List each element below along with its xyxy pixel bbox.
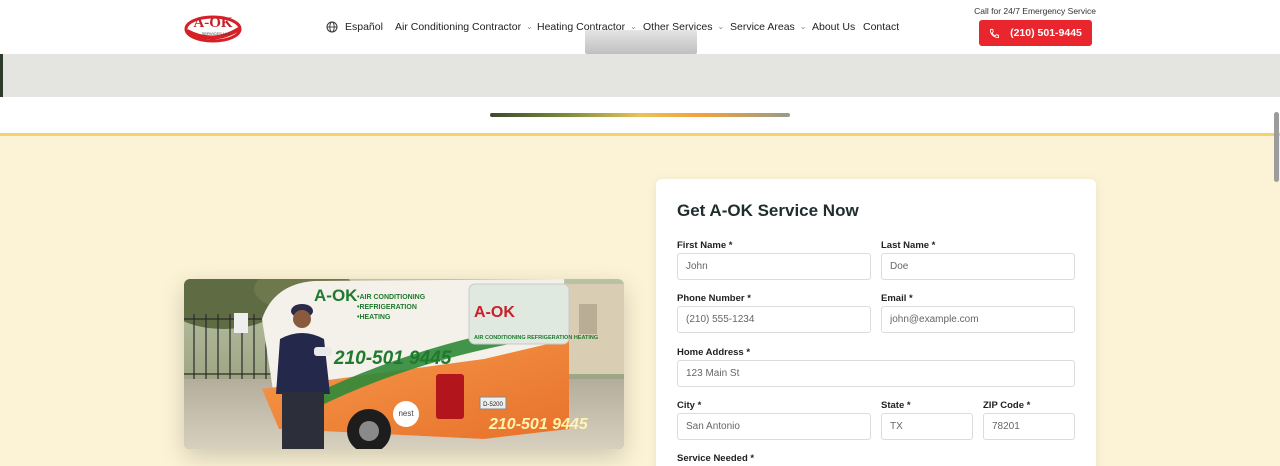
form-title: Get A-OK Service Now [677,201,859,220]
service-needed-label: Service Needed * [677,453,755,464]
nav-about-us[interactable]: About Us [812,19,855,35]
hero-button-shadow [585,30,697,54]
phone-input[interactable] [677,306,871,333]
van-brand-right: A-OK [474,304,515,321]
gold-section-line [0,133,1280,136]
nav-contact-label: Contact [863,21,900,33]
nav-air-conditioning[interactable]: Air Conditioning Contractor ⌄ [395,19,533,35]
zip-label: ZIP Code * [983,400,1031,411]
nav-about-us-label: About Us [812,21,856,33]
address-label: Home Address * [677,347,751,358]
van-service-1: •AIR CONDITIONING [357,294,426,301]
logo-subtext: SERVICES LLC [202,31,231,36]
email-input[interactable] [881,306,1075,333]
van-plate: D-5200 [483,402,503,408]
technician-van-photo: A-OK •AIR CONDITIONING •REFRIGERATION •H… [184,279,624,449]
van-phone-rear: 210-501 9445 [488,416,589,433]
phone-icon [990,28,1000,38]
van-service-3: •HEATING [357,314,391,321]
nav-service-areas[interactable]: Service Areas ⌄ [730,19,806,35]
city-input[interactable] [677,413,871,440]
emergency-call-note: Call for 24/7 Emergency Service [974,6,1096,16]
band-edge [0,54,3,97]
zip-input[interactable] [983,413,1075,440]
state-label: State * [881,400,911,411]
hero-bottom-band [0,54,1280,97]
first-name-input[interactable] [677,253,871,280]
van-brand-left: A-OK [314,286,358,305]
logo-wordmark: A-OK [193,15,232,31]
phone-label: Phone Number * [677,293,751,304]
van-service-2: •REFRIGERATION [357,304,417,311]
globe-icon [326,21,338,33]
nav-language[interactable]: Español [326,19,383,35]
gradient-divider [490,113,790,117]
first-name-label: First Name * [677,240,733,251]
page-scrollbar[interactable] [1274,112,1279,182]
call-phone-label: (210) 501-9445 [1010,27,1082,39]
nest-badge: nest [398,409,414,418]
city-label: City * [677,400,702,411]
nav-air-conditioning-label: Air Conditioning Contractor [395,21,522,33]
nav-language-label: Español [345,21,383,33]
last-name-label: Last Name * [881,240,936,251]
aok-logo[interactable]: A-OK SERVICES LLC [184,9,242,43]
state-input[interactable] [881,413,973,440]
service-request-form: Get A-OK Service Now First Name * Last N… [656,179,1096,466]
chevron-down-icon: ⌄ [799,22,807,31]
chevron-down-icon: ⌄ [717,22,725,31]
address-input[interactable] [677,360,1075,387]
van-phone-main: 210-501 9445 [333,348,452,369]
van-side-services: AIR CONDITIONING REFRIGERATION HEATING [474,335,598,341]
chevron-down-icon: ⌄ [526,22,533,31]
email-label: Email * [881,293,913,304]
nav-contact[interactable]: Contact [863,19,899,35]
last-name-input[interactable] [881,253,1075,280]
nav-service-areas-label: Service Areas [730,21,795,33]
call-phone-button[interactable]: (210) 501-9445 [979,20,1092,46]
